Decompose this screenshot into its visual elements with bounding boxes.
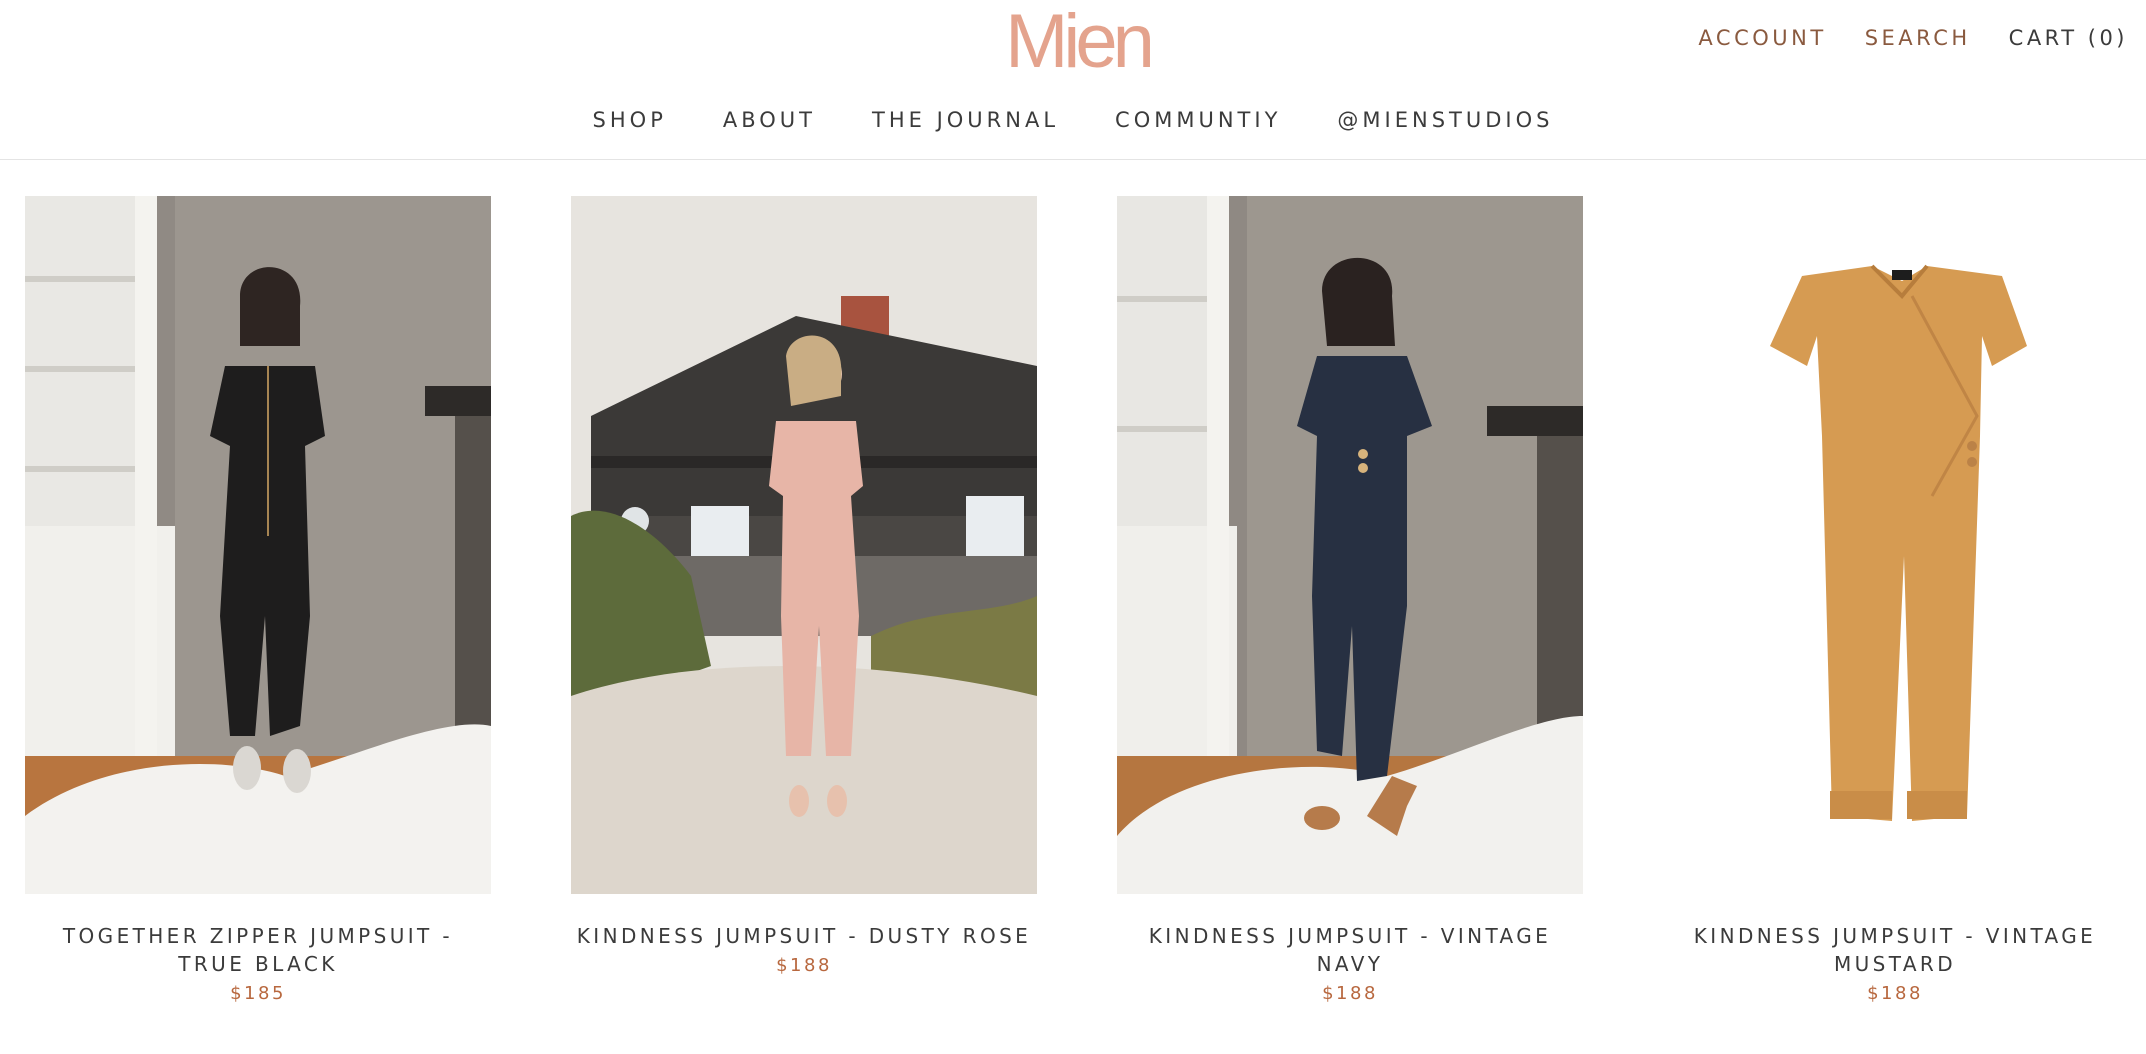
product-price: $185 xyxy=(230,983,286,1004)
nav-item-shop[interactable]: SHOP xyxy=(593,108,667,132)
product-card[interactable]: KINDNESS JUMPSUIT - VINTAGE MUSTARD $188 xyxy=(1662,196,2128,1004)
product-image[interactable] xyxy=(571,196,1037,894)
search-link[interactable]: SEARCH xyxy=(1865,26,1971,50)
product-price: $188 xyxy=(1322,983,1378,1004)
product-card[interactable]: KINDNESS JUMPSUIT - DUSTY ROSE $188 xyxy=(571,196,1037,976)
utility-nav: ACCOUNT SEARCH CART (0) xyxy=(1698,26,2128,50)
cart-link[interactable]: CART (0) xyxy=(2009,26,2128,50)
brand-logo[interactable]: Mien xyxy=(990,4,1165,80)
product-image[interactable] xyxy=(25,196,491,894)
product-image[interactable] xyxy=(1662,196,2128,894)
product-image[interactable] xyxy=(1117,196,1583,894)
main-nav: SHOP ABOUT THE JOURNAL COMMUNTIY @MIENST… xyxy=(0,108,2146,132)
product-name[interactable]: KINDNESS JUMPSUIT - VINTAGE NAVY xyxy=(1117,922,1583,978)
product-name[interactable]: TOGETHER ZIPPER JUMPSUIT - TRUE BLACK xyxy=(25,922,491,978)
nav-item-instagram[interactable]: @MIENSTUDIOS xyxy=(1337,108,1553,132)
product-card[interactable]: KINDNESS JUMPSUIT - VINTAGE NAVY $188 xyxy=(1117,196,1583,1004)
product-name[interactable]: KINDNESS JUMPSUIT - VINTAGE MUSTARD xyxy=(1662,922,2128,978)
product-card[interactable]: TOGETHER ZIPPER JUMPSUIT - TRUE BLACK $1… xyxy=(25,196,491,1004)
product-price: $188 xyxy=(776,955,832,976)
site-header: Mien ACCOUNT SEARCH CART (0) SHOP ABOUT … xyxy=(0,0,2146,160)
product-name[interactable]: KINDNESS JUMPSUIT - DUSTY ROSE xyxy=(571,922,1037,950)
account-link[interactable]: ACCOUNT xyxy=(1698,26,1826,50)
nav-item-community[interactable]: COMMUNTIY xyxy=(1115,108,1281,132)
nav-item-about[interactable]: ABOUT xyxy=(723,108,816,132)
nav-item-journal[interactable]: THE JOURNAL xyxy=(872,108,1059,132)
product-price: $188 xyxy=(1867,983,1923,1004)
